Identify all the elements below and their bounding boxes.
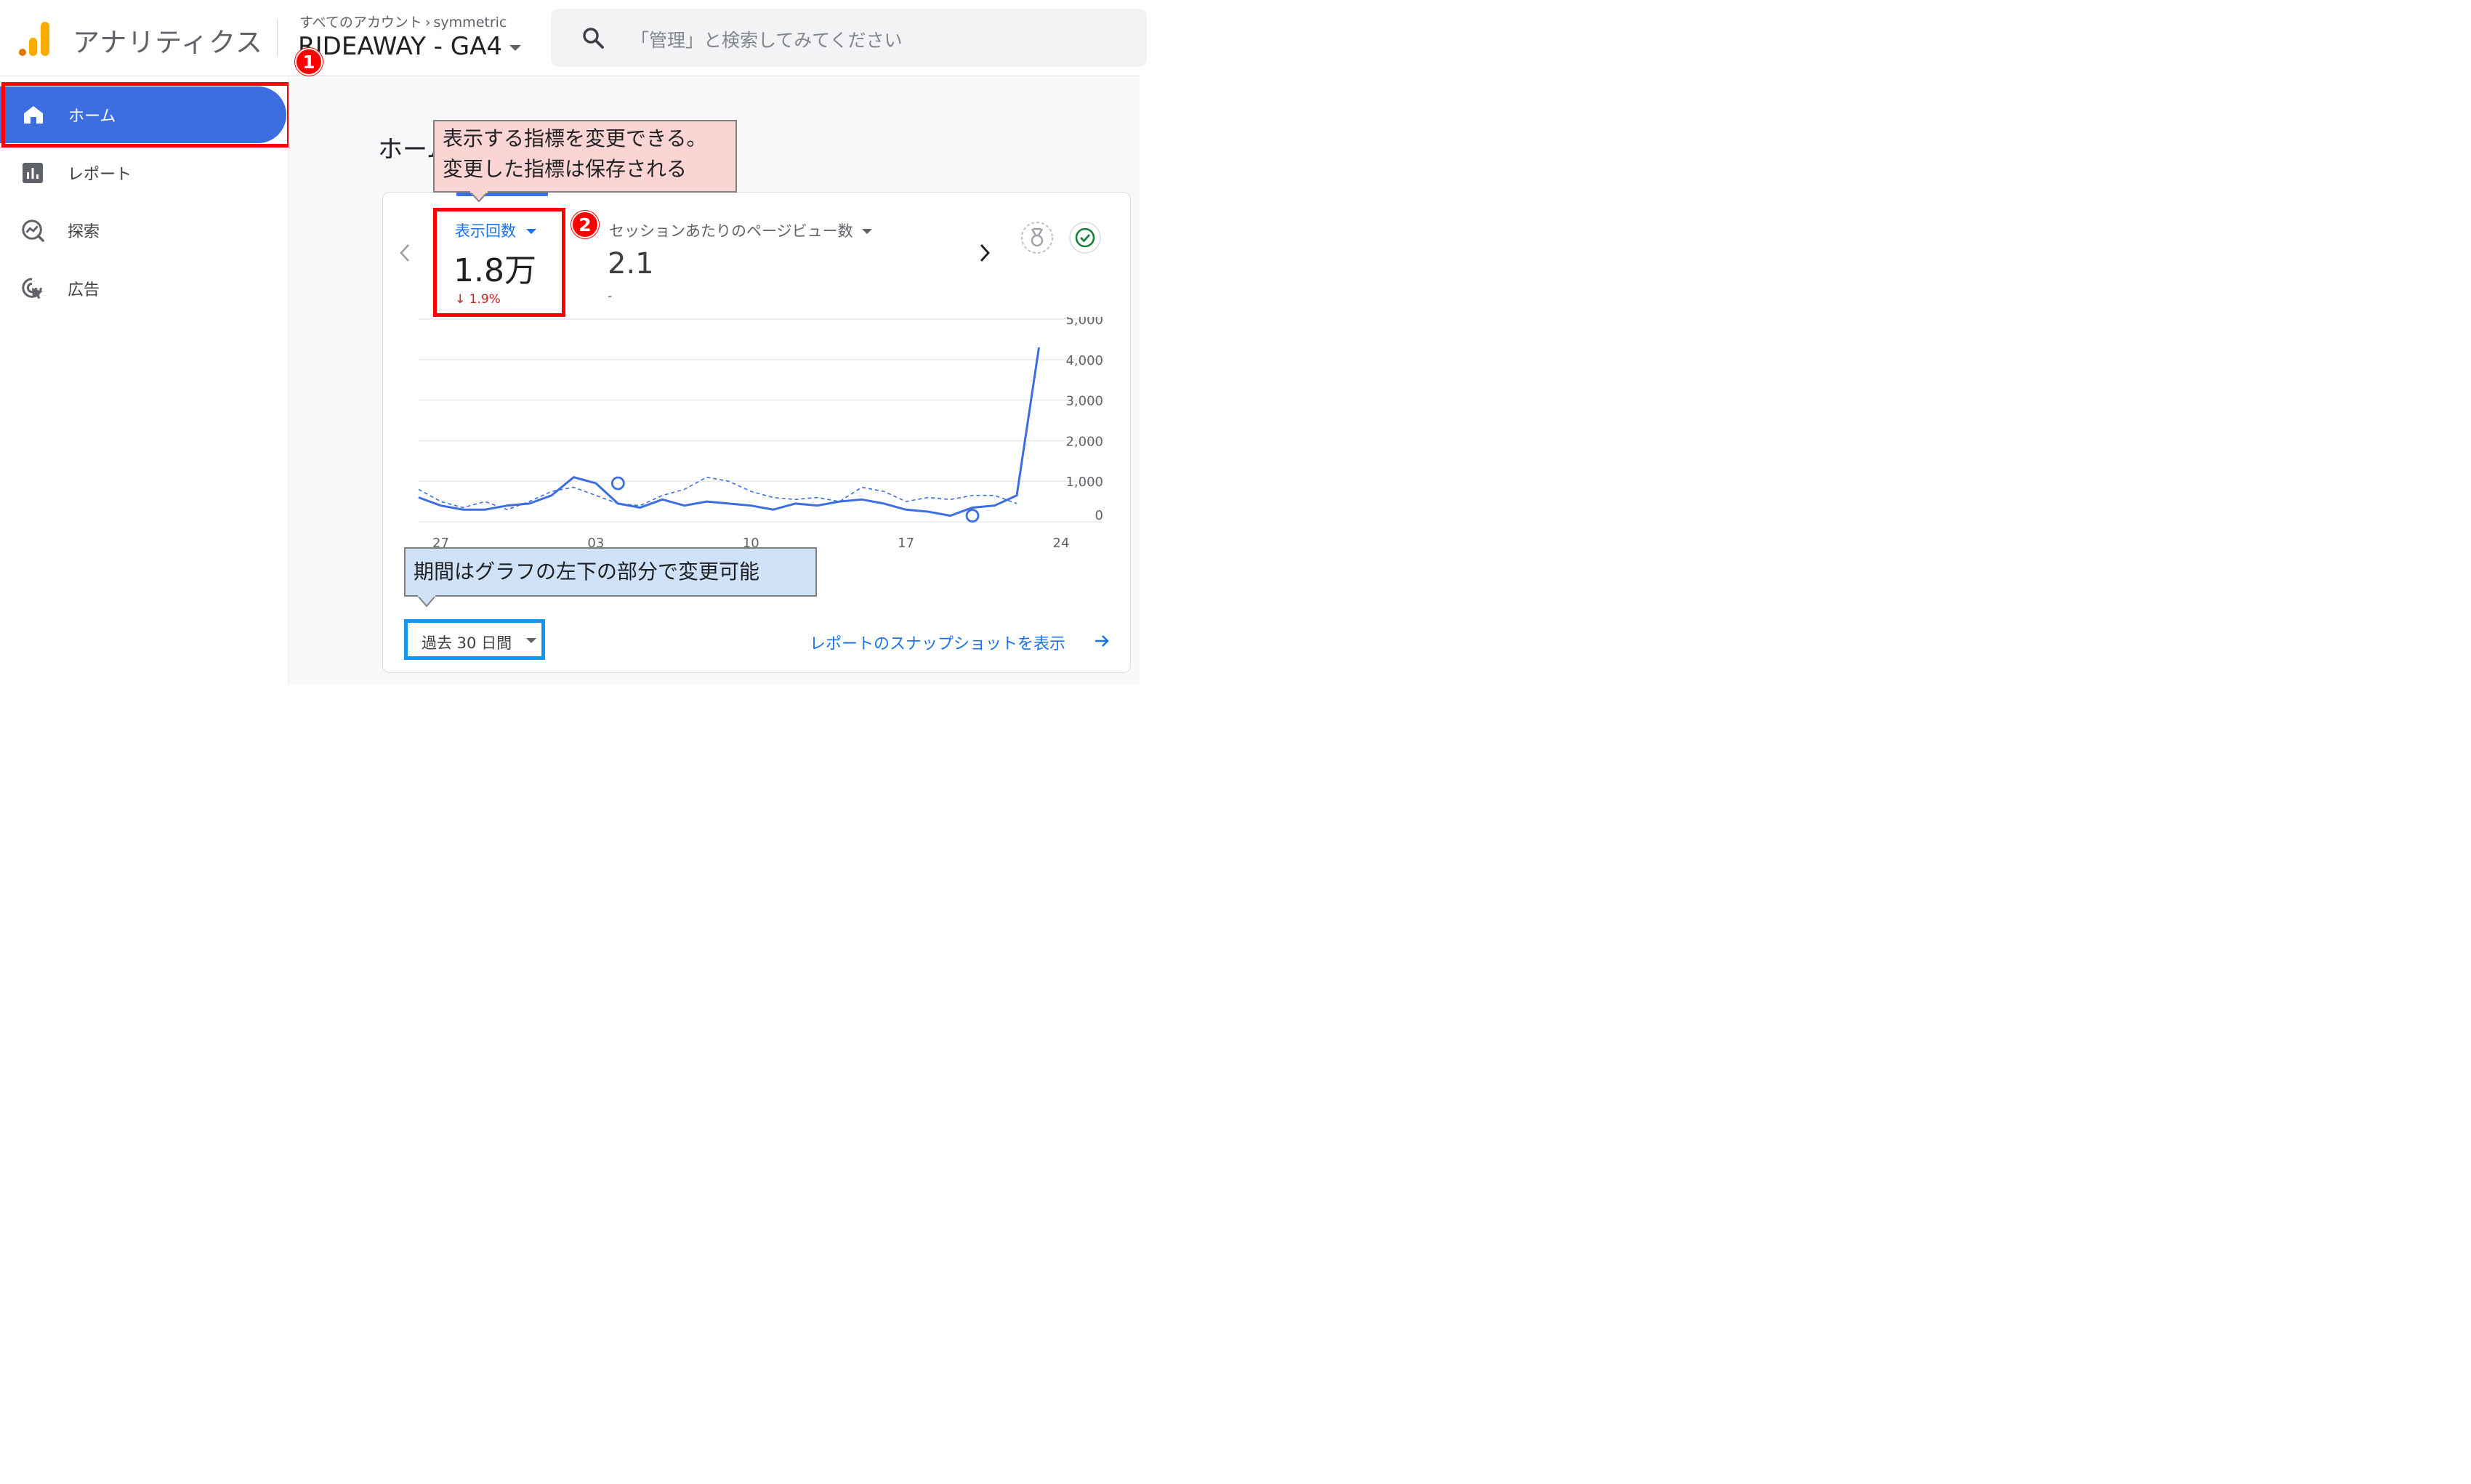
app-title: アナリティクス [73, 27, 263, 58]
chevron-down-icon [861, 229, 872, 234]
chevron-right-icon[interactable] [978, 243, 991, 263]
breadcrumb-all-accounts[interactable]: すべてのアカウント [299, 15, 422, 31]
header-divider [277, 19, 278, 57]
sidebar-item-label: 探索 [68, 223, 100, 241]
callout-text: 表示する指標を変更できる。 [443, 126, 707, 150]
anomaly-marker [610, 476, 625, 491]
line-chart: 5,0004,0003,0002,0001,0000 27 03 10 17 24 [418, 317, 1103, 551]
y-tick-label: 2,000 [1065, 434, 1103, 449]
view-snapshot-link[interactable]: レポートのスナップショットを表示 [810, 631, 1065, 654]
y-tick-label: 5,000 [1065, 317, 1103, 328]
metric-selector-pageviews-per-session[interactable]: セッションあたりのページビュー数 [609, 219, 872, 241]
chevron-left-icon[interactable] [398, 243, 411, 263]
step-badge-2: 2 [571, 211, 599, 238]
sidebar-item-label: レポート [68, 166, 132, 184]
page-title: ホーム [378, 135, 435, 164]
chevron-down-icon[interactable] [526, 638, 536, 643]
callout-metric-note: 表示する指標を変更できる。 変更した指標は保存される [433, 120, 737, 193]
y-tick-label: 0 [1095, 508, 1103, 523]
step-badge-1: 1 [295, 48, 323, 76]
home-highlight-frame [1, 82, 291, 148]
sidebar-item-label: 広告 [68, 281, 100, 299]
y-tick-label: 3,000 [1065, 394, 1103, 409]
sidebar-item-reports[interactable]: レポート [0, 151, 288, 195]
arrow-right-icon[interactable] [1093, 632, 1110, 650]
chevron-right-icon: › [424, 15, 431, 31]
property-selector[interactable]: RIDEAWAY - GA4 [298, 32, 521, 61]
anomaly-marker [965, 509, 980, 523]
date-range-label[interactable]: 過去 30 日間 [422, 632, 512, 653]
analytics-logo-icon[interactable] [19, 20, 51, 57]
sidebar-item-ads[interactable]: 広告 [0, 267, 288, 310]
search-input[interactable]: 「管理」と検索してみてください [631, 26, 903, 52]
breadcrumb[interactable]: すべてのアカウント › symmetric [299, 12, 507, 31]
sidebar: ホーム レポート 探索 広告 [0, 76, 289, 685]
x-tick-label: 24 [1053, 536, 1070, 551]
chevron-down-icon [509, 45, 521, 51]
property-name: RIDEAWAY - GA4 [298, 32, 502, 61]
explore-icon [21, 219, 44, 242]
breadcrumb-account[interactable]: symmetric [434, 15, 507, 31]
metric-highlight-frame [433, 208, 565, 317]
metric-value: 2.1 [608, 247, 654, 281]
metric-label: セッションあたりのページビュー数 [609, 222, 853, 240]
check-circle-icon[interactable] [1068, 221, 1102, 254]
metric-change: - [608, 289, 613, 304]
callout-text: 変更した指標は保存される [443, 157, 688, 181]
sidebar-item-explore[interactable]: 探索 [0, 209, 288, 252]
callout-tail [469, 191, 488, 203]
ads-icon [21, 277, 44, 300]
y-tick-label: 4,000 [1065, 353, 1103, 368]
bar-chart-icon [21, 161, 44, 185]
medal-icon[interactable] [1020, 221, 1054, 254]
callout-period-note: 期間はグラフの左下の部分で変更可能 [404, 547, 817, 597]
primary-series-line [418, 347, 1041, 517]
y-tick-label: 1,000 [1065, 475, 1103, 490]
callout-tail [417, 595, 436, 608]
x-tick-label: 17 [898, 536, 914, 551]
search-icon[interactable] [581, 26, 605, 49]
